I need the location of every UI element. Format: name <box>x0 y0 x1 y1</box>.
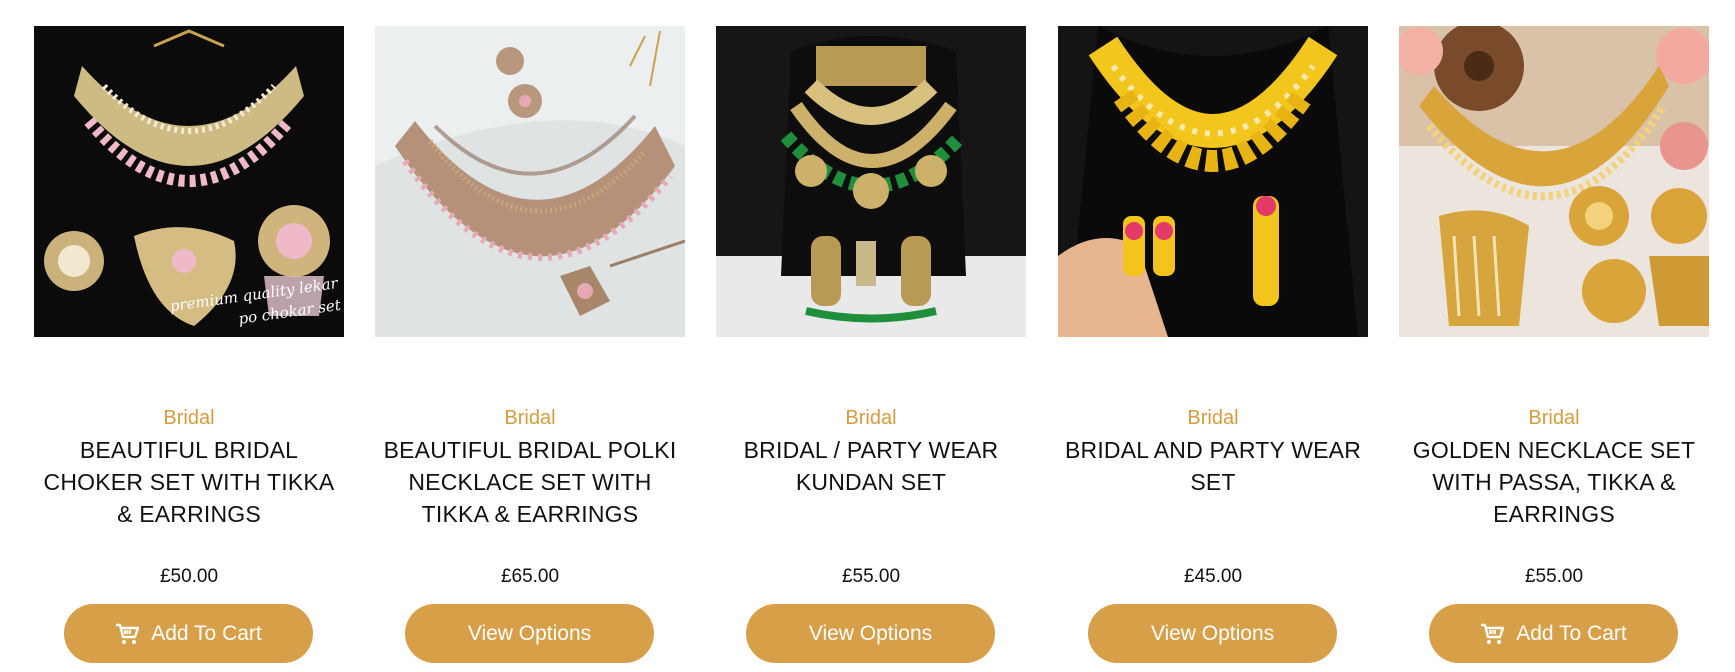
golden-necklace-photo <box>1399 26 1709 337</box>
product-price: £45.00 <box>1183 566 1243 587</box>
product-price: £55.00 <box>841 566 901 587</box>
add-to-cart-label: Add To Cart <box>151 621 262 645</box>
product-card: Bridal BRIDAL AND PARTY WEAR SET £45.00 … <box>1058 0 1368 672</box>
product-card: premium quality lekar po chokar set Brid… <box>34 0 344 672</box>
product-title[interactable]: BEAUTIFUL BRIDAL POLKI NECKLACE SET WITH… <box>375 434 685 530</box>
product-category[interactable]: Bridal <box>716 405 1026 431</box>
product-title[interactable]: BRIDAL / PARTY WEAR KUNDAN SET <box>716 434 1026 498</box>
product-image[interactable] <box>1399 26 1709 337</box>
product-category[interactable]: Bridal <box>1058 405 1368 431</box>
product-image[interactable] <box>1058 26 1368 337</box>
polki-necklace-photo <box>375 26 685 337</box>
product-image[interactable] <box>375 26 685 337</box>
cart-icon <box>116 623 140 644</box>
product-title[interactable]: BEAUTIFUL BRIDAL CHOKER SET WITH TIKKA &… <box>34 434 344 530</box>
product-title[interactable]: GOLDEN NECKLACE SET WITH PASSA, TIKKA & … <box>1399 434 1709 530</box>
add-to-cart-button[interactable]: Add To Cart <box>64 604 313 663</box>
product-price: £65.00 <box>500 566 560 587</box>
view-options-button[interactable]: View Options <box>746 604 995 663</box>
add-to-cart-button[interactable]: Add To Cart <box>1429 604 1678 663</box>
party-wear-set-photo <box>1058 26 1368 337</box>
product-title[interactable]: BRIDAL AND PARTY WEAR SET <box>1058 434 1368 498</box>
product-card: Bridal GOLDEN NECKLACE SET WITH PASSA, T… <box>1399 0 1709 672</box>
product-category[interactable]: Bridal <box>1399 405 1709 431</box>
view-options-label: View Options <box>808 621 933 645</box>
view-options-button[interactable]: View Options <box>405 604 654 663</box>
product-image[interactable]: premium quality lekar po chokar set <box>34 26 344 337</box>
product-category[interactable]: Bridal <box>34 405 344 431</box>
product-card: Bridal BEAUTIFUL BRIDAL POLKI NECKLACE S… <box>375 0 685 672</box>
product-price: £50.00 <box>159 566 219 587</box>
product-category[interactable]: Bridal <box>375 405 685 431</box>
view-options-label: View Options <box>467 621 592 645</box>
cart-icon <box>1481 623 1505 644</box>
product-price: £55.00 <box>1524 566 1584 587</box>
product-image[interactable] <box>716 26 1026 337</box>
view-options-button[interactable]: View Options <box>1088 604 1337 663</box>
product-card: Bridal BRIDAL / PARTY WEAR KUNDAN SET £5… <box>716 0 1026 672</box>
view-options-label: View Options <box>1150 621 1275 645</box>
kundan-set-photo <box>716 26 1026 337</box>
add-to-cart-label: Add To Cart <box>1516 621 1627 645</box>
product-grid: premium quality lekar po chokar set Brid… <box>0 0 1735 672</box>
